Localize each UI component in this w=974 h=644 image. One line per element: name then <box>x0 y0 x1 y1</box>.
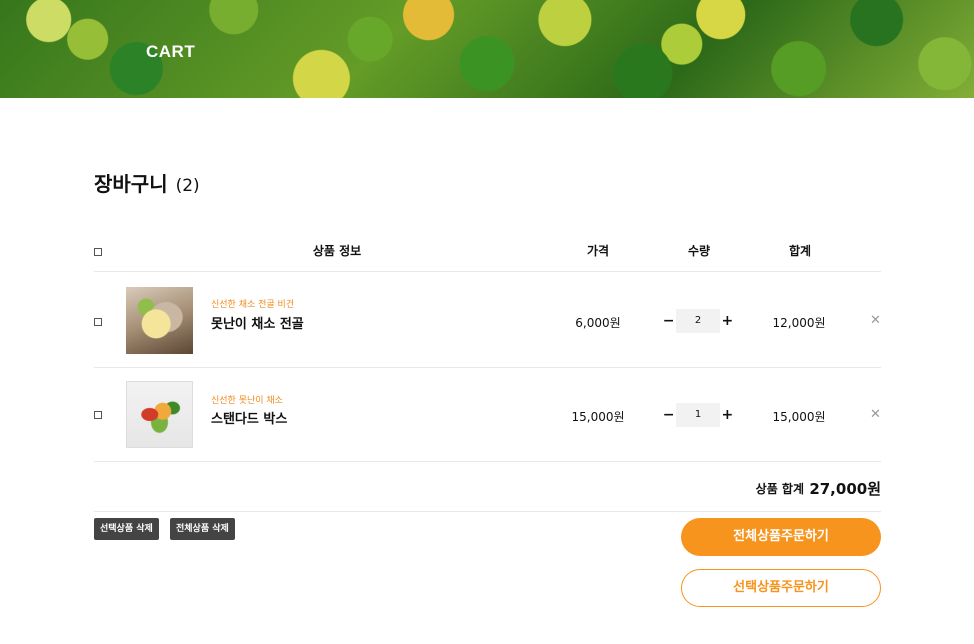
header-subtotal: 합계 <box>788 244 812 258</box>
quantity-stepper: − 2 + <box>662 309 734 333</box>
product-name[interactable]: 못난이 채소 전골 <box>211 313 304 332</box>
table-row: 신선한 채소 전골 비건 못난이 채소 전골 6,000원 − 2 + 12,0… <box>94 273 881 368</box>
order-all-button[interactable]: 전체상품주문하기 <box>681 518 881 556</box>
product-image[interactable] <box>126 287 193 354</box>
product-subtotal: 15,000원 <box>772 410 826 424</box>
total-label: 상품 합계 <box>755 482 804 496</box>
product-category: 신선한 못난이 채소 <box>211 396 283 406</box>
increase-button[interactable]: + <box>721 313 734 329</box>
cart-heading: 장바구니 (2) <box>94 168 200 197</box>
order-selected-button[interactable]: 선택상품주문하기 <box>681 569 881 607</box>
decrease-button[interactable]: − <box>662 313 675 329</box>
total-value: 27,000원 <box>809 480 881 498</box>
header-quantity: 수량 <box>687 244 711 258</box>
cart-count: (2) <box>175 176 200 196</box>
row-checkbox[interactable] <box>94 411 102 419</box>
hero-title: CART <box>146 42 196 61</box>
quantity-value[interactable]: 2 <box>676 309 720 333</box>
product-subtotal: 12,000원 <box>772 316 826 330</box>
product-category: 신선한 채소 전골 비건 <box>211 300 295 310</box>
table-row: 신선한 못난이 채소 스탠다드 박스 15,000원 − 1 + 15,000원… <box>94 368 881 462</box>
cart-table-header: 상품 정보 가격 수량 합계 <box>94 238 881 272</box>
header-price: 가격 <box>586 244 610 258</box>
product-price: 15,000원 <box>571 410 625 424</box>
row-checkbox[interactable] <box>94 318 102 326</box>
cart-total: 상품 합계 27,000원 <box>94 462 881 512</box>
quantity-value[interactable]: 1 <box>676 403 720 427</box>
remove-item-icon[interactable]: ✕ <box>870 313 881 328</box>
product-name[interactable]: 스탠다드 박스 <box>211 408 287 427</box>
hero-banner: CART <box>0 0 974 98</box>
remove-item-icon[interactable]: ✕ <box>870 407 881 422</box>
select-all-checkbox[interactable] <box>94 248 102 256</box>
product-price: 6,000원 <box>575 316 621 330</box>
header-product: 상품 정보 <box>312 244 362 258</box>
product-image[interactable] <box>126 381 193 448</box>
decrease-button[interactable]: − <box>662 407 675 423</box>
increase-button[interactable]: + <box>721 407 734 423</box>
delete-all-button[interactable]: 전체상품 삭제 <box>170 518 235 540</box>
page-title: 장바구니 <box>94 172 168 196</box>
delete-selected-button[interactable]: 선택상품 삭제 <box>94 518 159 540</box>
quantity-stepper: − 1 + <box>662 403 734 427</box>
